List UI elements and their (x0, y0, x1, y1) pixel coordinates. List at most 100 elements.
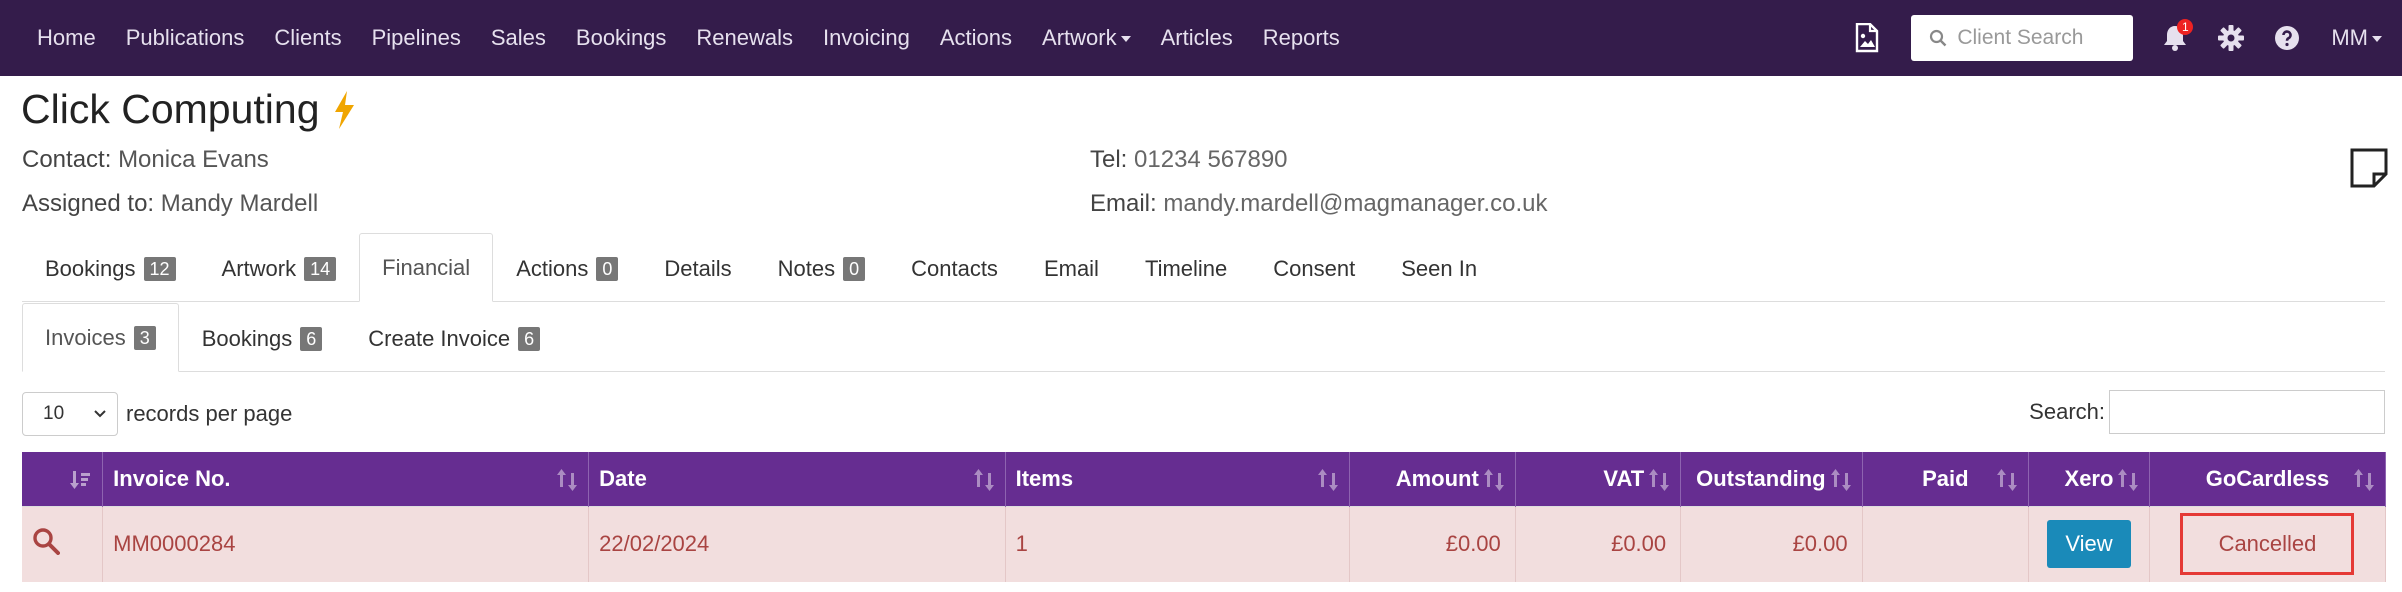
client-name: Click Computing (21, 86, 320, 132)
amount-cell: £0.00 (1349, 505, 1516, 582)
column-header-gocardless[interactable]: GoCardless (2149, 452, 2387, 506)
tab-timeline[interactable]: Timeline (1122, 234, 1250, 302)
client-search[interactable] (1911, 15, 2134, 61)
count-badge: 6 (300, 326, 323, 351)
column-header-select[interactable] (22, 452, 104, 506)
tab-notes[interactable]: Notes 0 (755, 234, 889, 302)
column-header-outstanding[interactable]: Outstanding (1680, 452, 1863, 506)
tab-seen-in[interactable]: Seen In (1378, 234, 1500, 302)
sort-icon (1318, 469, 1339, 491)
sort-icon (973, 469, 994, 491)
tab-label: Consent (1273, 255, 1356, 281)
sort-icon (1649, 469, 1670, 491)
nav-right: 1 MM (1839, 0, 2402, 76)
nav-articles[interactable]: Articles (1146, 25, 1248, 51)
table-header-row: Invoice No. Date Items Amount VAT Outsta… (22, 452, 2387, 506)
records-per-page-control: 10 records per page (22, 392, 292, 436)
column-header-label: Date (599, 465, 647, 491)
question-circle-icon (2275, 26, 2300, 50)
help-button[interactable] (2265, 16, 2309, 60)
tab-email[interactable]: Email (1021, 234, 1122, 302)
settings-button[interactable] (2209, 16, 2253, 60)
tab-contacts[interactable]: Contacts (888, 234, 1021, 302)
nav-artwork-label: Artwork (1042, 25, 1117, 50)
column-header-items[interactable]: Items (1005, 452, 1351, 506)
sort-icon (557, 469, 578, 491)
tab-label: Bookings (45, 255, 136, 281)
gear-icon (2218, 25, 2245, 51)
notifications-button[interactable]: 1 (2153, 16, 2197, 60)
column-header-label: Paid (1922, 465, 1969, 491)
column-header-label: Invoice No. (113, 465, 231, 491)
tel-line: Tel: 01234 567890 (1090, 146, 1288, 174)
tab-artwork[interactable]: Artwork 14 (199, 234, 360, 302)
contact-value: Monica Evans (118, 146, 269, 173)
tab-label: Contacts (911, 255, 998, 281)
count-badge: 0 (596, 256, 619, 281)
nav-actions[interactable]: Actions (925, 25, 1027, 51)
sort-icon (70, 471, 91, 489)
count-badge: 12 (143, 256, 176, 281)
nav-artwork-dropdown[interactable]: Artwork (1027, 25, 1146, 51)
items-cell: 1 (1005, 505, 1351, 582)
records-per-page-value: 10 (43, 403, 65, 424)
count-badge: 6 (518, 326, 541, 351)
email-label: Email: (1090, 190, 1157, 217)
tel-value[interactable]: 01234 567890 (1134, 146, 1288, 173)
count-badge: 14 (304, 256, 337, 281)
subtab-bookings[interactable]: Bookings 6 (179, 304, 346, 372)
date-cell: 22/02/2024 (588, 505, 1006, 582)
email-value[interactable]: mandy.mardell@magmanager.co.uk (1163, 190, 1547, 217)
nav-home[interactable]: Home (22, 25, 111, 51)
nav-clients[interactable]: Clients (259, 25, 356, 51)
vat-cell: £0.00 (1515, 505, 1682, 582)
row-view-cell[interactable] (22, 505, 104, 582)
tab-actions[interactable]: Actions 0 (493, 234, 641, 302)
records-per-page-select[interactable]: 10 (22, 392, 118, 436)
assigned-line: Assigned to: Mandy Mardell (22, 190, 318, 218)
image-file-icon[interactable] (1845, 16, 1889, 60)
column-header-xero[interactable]: Xero (2028, 452, 2150, 506)
subtab-invoices[interactable]: Invoices 3 (22, 303, 179, 372)
nav-pipelines[interactable]: Pipelines (357, 25, 476, 51)
nav-invoicing[interactable]: Invoicing (808, 25, 925, 51)
table-search-input[interactable] (2109, 390, 2385, 434)
table-search-label: Search: (2029, 399, 2105, 424)
xero-cell: View (2028, 505, 2150, 582)
tab-details[interactable]: Details (641, 234, 754, 302)
subtab-create-invoice[interactable]: Create Invoice 6 (345, 304, 563, 372)
contact-label: Contact: (22, 146, 112, 173)
table-row[interactable]: MM0000284 22/02/2024 1 £0.00 £0.00 £0.00… (22, 505, 2387, 582)
assigned-value: Mandy Mardell (160, 190, 319, 217)
nav-bookings[interactable]: Bookings (561, 25, 682, 51)
tab-label: Create Invoice (368, 325, 511, 351)
outstanding-cell: £0.00 (1680, 505, 1863, 582)
column-header-amount[interactable]: Amount (1349, 452, 1516, 506)
invoices-table: Invoice No. Date Items Amount VAT Outsta… (22, 452, 2387, 582)
paid-cell (1862, 505, 2029, 582)
client-title-row: Click Computing (21, 86, 356, 133)
assigned-label: Assigned to: (22, 190, 155, 217)
search-icon[interactable] (32, 527, 60, 556)
tab-label: Notes (777, 255, 836, 281)
column-header-vat[interactable]: VAT (1515, 452, 1682, 506)
tab-consent[interactable]: Consent (1250, 234, 1378, 302)
column-header-date[interactable]: Date (588, 452, 1006, 506)
nav-reports[interactable]: Reports (1248, 25, 1355, 51)
column-header-paid[interactable]: Paid (1862, 452, 2029, 506)
tab-bookings[interactable]: Bookings 12 (22, 234, 199, 302)
tab-label: Bookings (201, 325, 293, 351)
nav-sales[interactable]: Sales (476, 25, 561, 51)
nav-publications[interactable]: Publications (111, 25, 260, 51)
gocardless-status: Cancelled (2180, 513, 2355, 576)
client-search-input[interactable] (1955, 25, 2130, 51)
tab-label: Actions (516, 255, 589, 281)
tab-label: Timeline (1144, 255, 1228, 281)
nav-renewals[interactable]: Renewals (681, 25, 808, 51)
sticky-note-icon[interactable] (2350, 148, 2388, 188)
column-header-invoice-no[interactable]: Invoice No. (102, 452, 590, 506)
tab-financial[interactable]: Financial (359, 233, 494, 302)
contact-line: Contact: Monica Evans (22, 146, 269, 174)
user-menu[interactable]: MM (2331, 25, 2382, 51)
xero-view-button[interactable]: View (2047, 520, 2131, 569)
